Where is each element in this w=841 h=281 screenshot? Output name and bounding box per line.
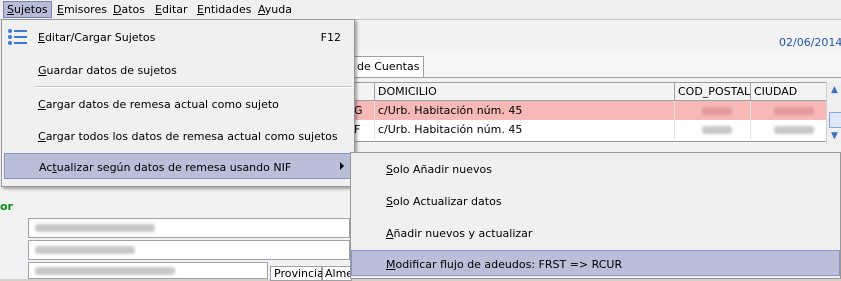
postal-city-field[interactable] — [28, 262, 268, 279]
menu-sujetos[interactable]: Sujetos — [3, 1, 52, 18]
actualizar-submenu: Solo Añadir nuevos Solo Actualizar datos… — [350, 152, 841, 279]
current-date: 02/06/2014 — [779, 36, 841, 49]
row-cod-postal — [675, 101, 751, 120]
menu-item-actualizar-nif[interactable]: Actualizar según datos de remesa usando … — [4, 153, 352, 179]
grid-header-domicilio[interactable]: DOMICILIO — [375, 83, 675, 101]
menu-item-label: Actualizar según datos de remesa usando … — [39, 161, 292, 174]
row-domicilio: c/Urb. Habitación núm. 45 — [375, 101, 675, 120]
menu-ayuda[interactable]: Ayuda — [255, 2, 295, 17]
menu-item-editar-cargar-sujetos[interactable]: Editar/Cargar Sujetos F12 — [2, 24, 354, 50]
menu-item-cargar-todos-remesa[interactable]: Cargar todos los datos de remesa actual … — [2, 123, 354, 149]
submenu-item-label: Solo Añadir nuevos — [386, 163, 492, 176]
menu-item-label: Editar/Cargar Sujetos — [38, 31, 156, 44]
scroll-up-icon[interactable]: ▲ — [828, 84, 841, 97]
grid-header-cod-postal[interactable]: COD_POSTAL — [675, 83, 751, 101]
submenu-item-solo-actualizar[interactable]: Solo Actualizar datos — [351, 188, 840, 214]
tab-alme-label: Alme — [325, 267, 354, 280]
address-field[interactable] — [28, 240, 350, 260]
submenu-item-label: Añadir nuevos y actualizar — [386, 227, 533, 240]
row-ciudad — [751, 120, 827, 139]
menu-separator — [35, 86, 351, 88]
submenu-item-label: Modificar flujo de adeudos: FRST => RCUR — [386, 258, 623, 271]
menu-item-guardar-datos[interactable]: Guardar datos de sujetos — [2, 57, 354, 83]
menu-entidades[interactable]: Entidades — [194, 2, 255, 17]
menu-item-label: Guardar datos de sujetos — [38, 64, 177, 77]
section-label: or — [0, 200, 13, 213]
submenu-item-modificar-flujo[interactable]: Modificar flujo de adeudos: FRST => RCUR — [351, 250, 840, 276]
row-domicilio: c/Urb. Habitación núm. 45 — [375, 120, 675, 139]
menu-item-shortcut: F12 — [320, 31, 341, 44]
submenu-item-solo-anadir[interactable]: Solo Añadir nuevos — [351, 156, 840, 182]
table-row[interactable]: G c/Urb. Habitación núm. 45 — [351, 101, 827, 120]
submenu-item-label: Solo Actualizar datos — [386, 195, 502, 208]
tab-provincia-label: Provincia — [274, 267, 324, 280]
submenu-item-anadir-actualizar[interactable]: Añadir nuevos y actualizar — [351, 220, 840, 246]
sujetos-menu: Editar/Cargar Sujetos F12 Guardar datos … — [1, 19, 355, 187]
row-ciudad — [751, 101, 827, 120]
tab-cuentas[interactable]: de Cuentas — [350, 56, 424, 77]
name-field[interactable] — [28, 218, 350, 238]
menu-item-label: Cargar datos de remesa actual como sujet… — [38, 98, 279, 111]
scroll-down-icon[interactable]: ▼ — [828, 130, 841, 143]
list-icon — [7, 27, 29, 50]
grid-vertical-scrollbar[interactable]: ▲ ▼ — [826, 82, 841, 144]
row-cod-postal — [675, 120, 751, 139]
submenu-arrow-icon — [340, 162, 344, 170]
grid-header-ciudad[interactable]: CIUDAD — [751, 83, 827, 101]
tab-cuentas-label: de Cuentas — [357, 60, 420, 73]
menu-editar[interactable]: Editar — [152, 2, 191, 17]
menu-datos[interactable]: Datos — [110, 2, 148, 17]
menu-item-label: Cargar todos los datos de remesa actual … — [38, 130, 338, 143]
scroll-thumb[interactable] — [829, 112, 841, 128]
subjects-grid: DOMICILIO COD_POSTAL CIUDAD G c/Urb. Hab… — [350, 82, 828, 142]
menubar: Sujetos Emisores Datos Editar Entidades … — [0, 0, 841, 20]
menu-item-cargar-remesa-sujeto[interactable]: Cargar datos de remesa actual como sujet… — [2, 91, 354, 117]
table-row[interactable]: F c/Urb. Habitación núm. 45 — [351, 120, 827, 139]
menu-emisores[interactable]: Emisores — [54, 2, 110, 17]
